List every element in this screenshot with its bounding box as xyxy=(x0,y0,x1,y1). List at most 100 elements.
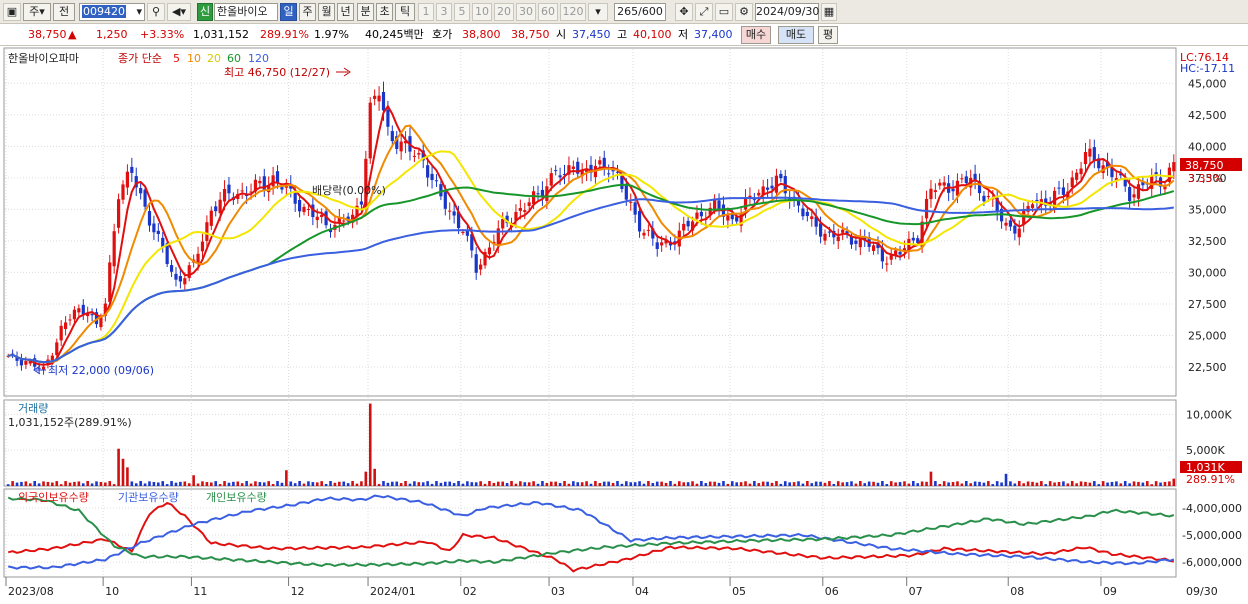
turnover-pct: 1.97% xyxy=(314,28,349,41)
speaker-icon[interactable]: ◀▾ xyxy=(167,3,191,21)
volume-bar xyxy=(814,481,818,486)
candle-body xyxy=(218,199,222,214)
candle-body xyxy=(841,229,845,233)
stock-type-select[interactable]: 주▾ xyxy=(23,3,51,21)
sell-button[interactable]: 매도 xyxy=(778,26,814,44)
candle-body xyxy=(439,184,443,197)
stock-chart[interactable]: 45,00042,50040,00037,50035,00032,50030,0… xyxy=(0,46,1248,601)
high-label: 고 xyxy=(617,28,628,41)
price-tick-label: 30,000 xyxy=(1188,266,1227,279)
draw-tool-icon[interactable]: ⤢ xyxy=(695,3,713,21)
volume-bar xyxy=(183,481,187,486)
candle-body xyxy=(377,95,381,102)
candle-body xyxy=(77,308,81,313)
candle-body xyxy=(108,262,112,302)
candle-body xyxy=(810,216,814,220)
volume-bar xyxy=(346,483,350,486)
volume-bar xyxy=(549,481,553,486)
settings-icon[interactable]: ⚙ xyxy=(735,3,753,21)
volume-bar xyxy=(391,481,394,486)
candle-body xyxy=(64,322,68,330)
chart-area[interactable]: 45,000 42,500 40,000 37,500 35,000 32,500 30,0… xyxy=(0,46,1248,601)
bar-count-field[interactable]: 265/600 xyxy=(614,3,666,21)
period-month-tab[interactable]: 월 xyxy=(318,3,335,21)
crosshair-icon[interactable]: ✥ xyxy=(675,3,693,21)
volume-bar xyxy=(1146,481,1149,486)
volume-bar xyxy=(898,482,902,486)
volume-bar xyxy=(792,482,796,486)
volume-bar xyxy=(1137,481,1140,486)
interval-60[interactable]: 60 xyxy=(538,3,558,21)
buy-button[interactable]: 매수 xyxy=(741,26,771,44)
low-label: 저 xyxy=(678,28,689,41)
search-icon[interactable]: ⚲ xyxy=(147,3,165,21)
volume-bar xyxy=(841,482,844,486)
volume-bar xyxy=(704,483,708,486)
volume-bar xyxy=(289,481,293,486)
volume-bar xyxy=(417,482,421,486)
stock-code-input[interactable]: 009420 ▾ xyxy=(79,3,145,21)
period-day-tab[interactable]: 일 xyxy=(280,3,297,21)
volume-bar xyxy=(1075,483,1078,486)
period-tick-tab[interactable]: 틱 xyxy=(395,3,415,21)
interval-dropdown-icon[interactable]: ▾ xyxy=(588,3,608,21)
volume-bar xyxy=(377,483,381,486)
candle-body xyxy=(90,314,94,316)
candle-body xyxy=(359,201,364,205)
volume-bar xyxy=(134,483,138,486)
candle-body xyxy=(695,212,699,219)
period-week-tab[interactable]: 주 xyxy=(299,3,316,21)
date-field[interactable]: 2024/09/30 xyxy=(755,3,819,21)
calendar-icon[interactable]: ▦ xyxy=(821,3,837,21)
eval-button[interactable]: 평 xyxy=(818,26,838,44)
layout-icon[interactable]: ▣ xyxy=(3,3,21,21)
interval-20[interactable]: 20 xyxy=(494,3,514,21)
volume-bar xyxy=(320,481,323,486)
volume-bar xyxy=(452,483,456,486)
interval-3[interactable]: 3 xyxy=(436,3,452,21)
save-icon[interactable]: ▭ xyxy=(715,3,733,21)
volume-bar xyxy=(686,482,690,486)
volume-bar xyxy=(90,483,94,486)
candle-body xyxy=(55,342,59,356)
candle-body xyxy=(174,273,178,280)
volume-bar xyxy=(68,482,72,486)
last-volume-pct: 289.91% xyxy=(1186,473,1235,486)
volume-bar xyxy=(505,483,509,486)
interval-10[interactable]: 10 xyxy=(472,3,492,21)
candle-body xyxy=(757,192,761,196)
volume-bar xyxy=(1057,481,1061,486)
period-year-tab[interactable]: 년 xyxy=(337,3,354,21)
code-dropdown-icon[interactable]: ▾ xyxy=(136,4,142,20)
candle-body xyxy=(59,325,63,341)
volume-bar xyxy=(1017,480,1021,486)
candle-body xyxy=(607,173,611,175)
volume-bar xyxy=(744,481,747,486)
volume-bar xyxy=(1004,473,1008,486)
candle-body xyxy=(209,210,213,226)
institution-holding-legend: 기관보유수량 xyxy=(118,491,179,504)
volume-bar xyxy=(779,483,783,486)
candle-body xyxy=(1004,222,1008,226)
candle-body xyxy=(271,175,275,187)
candle-body xyxy=(629,201,633,203)
candle-body xyxy=(373,95,377,99)
interval-1[interactable]: 1 xyxy=(418,3,434,21)
volume-bar xyxy=(964,480,968,486)
period-second-tab[interactable]: 초 xyxy=(376,3,393,21)
interval-30[interactable]: 30 xyxy=(516,3,536,21)
full-button[interactable]: 전 xyxy=(53,3,75,21)
candle-body xyxy=(955,180,960,196)
sin-badge: 신 xyxy=(197,3,213,21)
interval-120[interactable]: 120 xyxy=(560,3,586,21)
volume-bar xyxy=(126,467,129,486)
volume-bar xyxy=(942,481,946,486)
volume-bar xyxy=(1048,481,1052,486)
candle-body xyxy=(1172,162,1176,172)
candle-body xyxy=(24,361,28,365)
interval-5[interactable]: 5 xyxy=(454,3,470,21)
period-minute-tab[interactable]: 분 xyxy=(357,3,374,21)
volume-bar xyxy=(682,482,686,486)
volume-bar xyxy=(466,481,469,486)
volume-bar xyxy=(633,482,637,486)
